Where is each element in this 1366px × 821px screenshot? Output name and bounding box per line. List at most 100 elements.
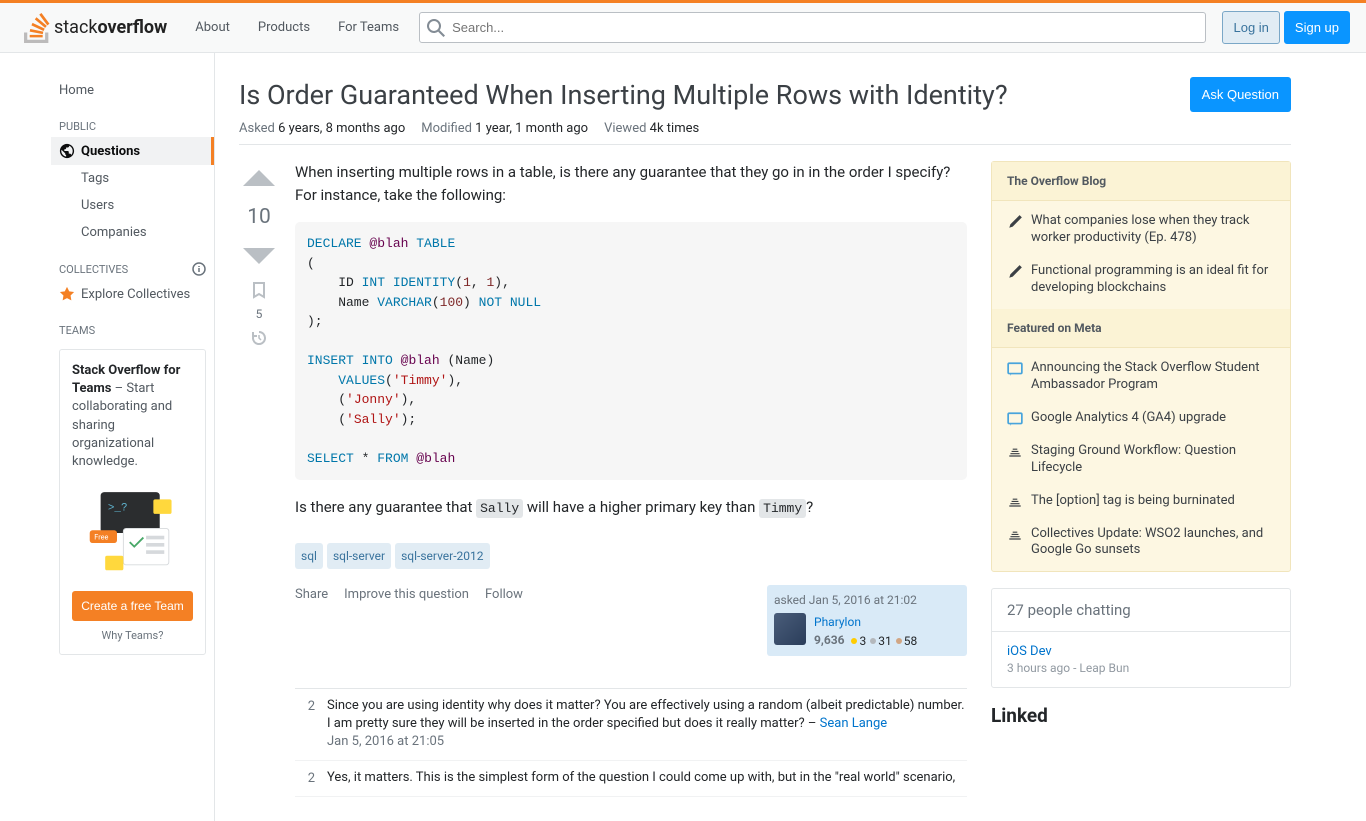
main-content: Is Order Guaranteed When Inserting Multi… <box>215 53 1315 821</box>
nav-for-teams[interactable]: For Teams <box>326 14 411 41</box>
bookmark-button[interactable] <box>250 281 268 299</box>
asked-time: asked Jan 5, 2016 at 21:02 <box>774 591 960 609</box>
blog-header: The Overflow Blog <box>992 162 1290 201</box>
speech-icon <box>1007 361 1023 377</box>
vote-count: 10 <box>247 205 271 229</box>
question-meta: Asked 6 years, 8 months ago Modified 1 y… <box>239 121 1291 145</box>
meta-item[interactable]: Staging Ground Workflow: Question Lifecy… <box>992 435 1290 485</box>
sidebar-explore-collectives[interactable]: Explore Collectives <box>51 280 214 308</box>
sidebar-users[interactable]: Users <box>51 192 214 219</box>
linked-header: Linked <box>991 704 1291 735</box>
post-layout: 10 5 When inserting multiple rows in a t… <box>239 161 967 797</box>
site-logo[interactable]: stackoverflow <box>16 13 175 43</box>
comment-score: 2 <box>295 697 315 752</box>
signup-button[interactable]: Sign up <box>1284 11 1350 44</box>
bookmark-count: 5 <box>256 307 263 321</box>
comment: 2 Since you are using identity why does … <box>295 689 967 761</box>
meta-item[interactable]: The [option] tag is being burninated <box>992 485 1290 518</box>
stack-icon <box>1007 527 1023 543</box>
author-avatar[interactable] <box>774 613 806 645</box>
speech-icon <box>1007 411 1023 427</box>
meta-viewed: Viewed 4k times <box>604 121 699 136</box>
tag-sql[interactable]: sql <box>295 543 323 569</box>
header-nav: About Products For Teams <box>183 14 411 41</box>
blog-item[interactable]: Functional programming is an ideal fit f… <box>992 255 1290 305</box>
sidebar-collectives-header: COLLECTIVES <box>51 246 214 280</box>
sidebar-questions-label: Questions <box>81 144 140 159</box>
sidebar-explore-label: Explore Collectives <box>81 287 190 302</box>
auth-buttons: Log in Sign up <box>1222 11 1350 44</box>
star-icon <box>59 286 75 302</box>
logo-text: stackoverflow <box>54 17 167 38</box>
history-button[interactable] <box>250 329 268 347</box>
follow-link[interactable]: Follow <box>485 585 523 605</box>
pencil-icon <box>1007 214 1023 230</box>
sidebar-companies[interactable]: Companies <box>51 219 214 246</box>
comment-author[interactable]: Sean Lange <box>820 716 888 731</box>
question-column: 10 5 When inserting multiple rows in a t… <box>239 161 967 797</box>
teams-promo-box: Stack Overflow for Teams – Start collabo… <box>59 349 206 655</box>
tag-sql-server[interactable]: sql-server <box>327 543 391 569</box>
why-teams-link[interactable]: Why Teams? <box>72 629 193 642</box>
comment-score: 2 <box>295 769 315 789</box>
comment-body: Since you are using identity why does it… <box>327 697 967 752</box>
meta-asked: Asked 6 years, 8 months ago <box>239 121 405 136</box>
create-team-button[interactable]: Create a free Team <box>72 591 193 621</box>
svg-text:>_?: >_? <box>108 502 128 514</box>
blog-item[interactable]: What companies lose when they track work… <box>992 205 1290 255</box>
downvote-button[interactable] <box>241 237 277 273</box>
upvote-button[interactable] <box>241 161 277 197</box>
improve-link[interactable]: Improve this question <box>344 585 469 605</box>
stack-icon <box>1007 444 1023 460</box>
post-actions: Share Improve this question Follow asked… <box>295 585 967 656</box>
post-body: When inserting multiple rows in a table,… <box>295 161 967 797</box>
author-badges: 3 31 58 <box>851 632 917 650</box>
pencil-icon <box>1007 264 1023 280</box>
chat-meta: 3 hours ago - Leap Bun <box>1007 661 1275 675</box>
nav-products[interactable]: Products <box>246 14 322 41</box>
meta-item[interactable]: Announcing the Stack Overflow Student Am… <box>992 352 1290 402</box>
vote-column: 10 5 <box>239 161 279 797</box>
linked-section: Linked <box>991 704 1291 735</box>
tag-sql-server-2012[interactable]: sql-server-2012 <box>395 543 489 569</box>
chat-room-link[interactable]: iOS Dev <box>1007 644 1275 659</box>
chat-widget: 27 people chatting iOS Dev 3 hours ago -… <box>991 588 1291 688</box>
author-name[interactable]: Pharylon <box>814 613 917 631</box>
left-sidebar: Home PUBLIC Questions Tags Users Compani… <box>51 53 215 821</box>
meta-modified: Modified 1 year, 1 month ago <box>421 121 588 136</box>
comments-section: 2 Since you are using identity why does … <box>295 688 967 797</box>
author-info: Pharylon 9,636 3 31 58 <box>774 613 960 650</box>
sidebar-public-header: PUBLIC <box>51 104 214 137</box>
right-sidebar: The Overflow Blog What companies lose wh… <box>991 161 1291 797</box>
sidebar-tags[interactable]: Tags <box>51 165 214 192</box>
author-card: asked Jan 5, 2016 at 21:02 Pharylon 9,63… <box>767 585 967 656</box>
stack-icon <box>1007 494 1023 510</box>
chat-header: 27 people chatting <box>992 589 1290 632</box>
nav-about[interactable]: About <box>183 14 242 41</box>
code-block: DECLARE @blah TABLE ( ID INT IDENTITY(1,… <box>295 222 967 480</box>
author-reputation: 9,636 <box>814 633 845 647</box>
comment: 2 Yes, it matters. This is the simplest … <box>295 761 967 798</box>
chat-body: iOS Dev 3 hours ago - Leap Bun <box>992 632 1290 687</box>
comment-body: Yes, it matters. This is the simplest fo… <box>327 769 967 789</box>
login-button[interactable]: Log in <box>1222 11 1279 44</box>
meta-item[interactable]: Google Analytics 4 (GA4) upgrade <box>992 402 1290 435</box>
site-header: stackoverflow About Products For Teams L… <box>0 3 1366 53</box>
comment-date: Jan 5, 2016 at 21:05 <box>327 733 967 751</box>
stackoverflow-icon <box>24 13 50 43</box>
sidebar-home[interactable]: Home <box>51 77 214 104</box>
ask-question-button[interactable]: Ask Question <box>1190 77 1291 112</box>
search-input[interactable] <box>419 12 1206 43</box>
share-link[interactable]: Share <box>295 585 328 605</box>
teams-illustration: >_? Free <box>72 483 202 583</box>
question-tags: sql sql-server sql-server-2012 <box>295 543 967 569</box>
info-icon[interactable] <box>192 262 206 276</box>
post-paragraph-1: When inserting multiple rows in a table,… <box>295 161 967 206</box>
post-paragraph-2: Is there any guarantee that Sally will h… <box>295 496 967 519</box>
sidebar-questions[interactable]: Questions <box>51 137 214 165</box>
meta-item[interactable]: Collectives Update: WSO2 launches, and G… <box>992 518 1290 568</box>
overflow-blog-widget: The Overflow Blog What companies lose wh… <box>991 161 1291 572</box>
teams-promo-text: Stack Overflow for Teams – Start collabo… <box>72 362 193 471</box>
search-container <box>419 12 1206 43</box>
globe-icon <box>59 143 75 159</box>
